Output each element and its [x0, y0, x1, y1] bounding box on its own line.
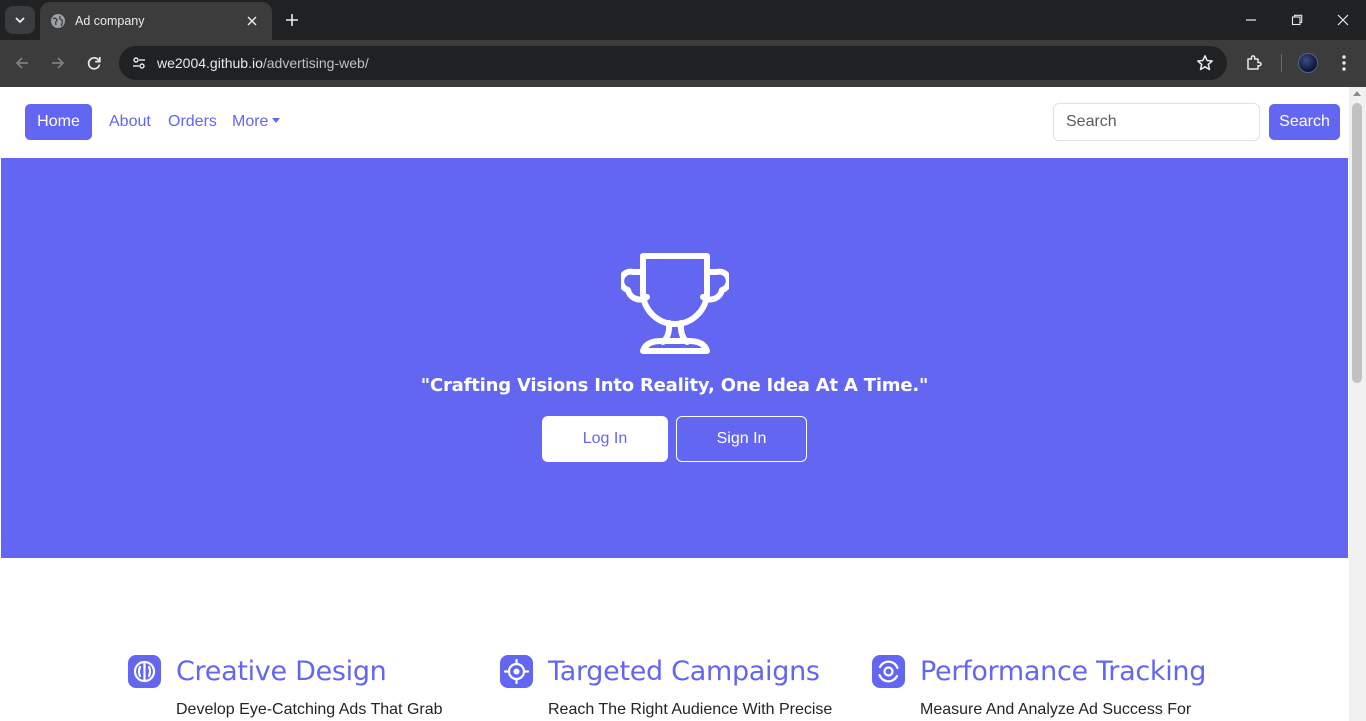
nav-more-dropdown[interactable]: More	[232, 113, 281, 131]
nav-home-button[interactable]: Home	[25, 104, 92, 140]
minimize-icon	[1246, 19, 1256, 21]
close-icon	[1337, 14, 1349, 26]
chevron-down-icon	[15, 17, 25, 24]
puzzle-icon	[1247, 55, 1262, 70]
page-scrollbar[interactable]	[1349, 87, 1366, 721]
target-icon	[500, 655, 533, 688]
site-navbar: Home About Orders More Search	[0, 87, 1349, 158]
tune-icon	[133, 57, 145, 69]
search-input[interactable]	[1053, 103, 1260, 141]
nav-about-link[interactable]: About	[109, 113, 151, 131]
url-path: /advertising-web/	[262, 55, 369, 71]
arrow-right-icon	[52, 57, 65, 69]
bookmark-button[interactable]	[1195, 53, 1215, 73]
nav-more-label: More	[232, 113, 269, 130]
reload-button[interactable]	[82, 51, 106, 75]
browser-toolbar: we2004.github.io/advertising-web/	[0, 40, 1366, 87]
restore-button[interactable]	[1274, 0, 1320, 40]
feature-description: Reach The Right Audience With Precise	[548, 701, 833, 718]
plus-icon	[286, 14, 298, 26]
scrollbar-thumb[interactable]	[1352, 103, 1362, 383]
nav-orders-link[interactable]: Orders	[168, 113, 217, 131]
feature-description: Develop Eye-Catching Ads That Grab	[176, 701, 443, 718]
page-viewport: Home About Orders More Search "Crafting …	[0, 87, 1349, 721]
caret-down-icon	[272, 118, 281, 123]
feature-description: Measure And Analyze Ad Success For	[920, 701, 1192, 718]
profile-avatar[interactable]	[1298, 53, 1318, 73]
trophy-icon	[621, 253, 729, 354]
tab-search-button[interactable]	[5, 6, 35, 34]
feature-title: Creative Design	[176, 656, 387, 687]
restore-icon	[1291, 14, 1303, 26]
url-host: we2004.github.io	[157, 55, 263, 71]
hero-section: "Crafting Visions Into Reality, One Idea…	[1, 158, 1348, 558]
feature-title: Targeted Campaigns	[548, 656, 820, 687]
reload-icon	[87, 57, 101, 70]
new-tab-button[interactable]	[280, 8, 304, 32]
tab-title: Ad company	[75, 14, 145, 28]
analytics-icon	[872, 655, 905, 688]
search-button[interactable]: Search	[1269, 104, 1340, 140]
kebab-menu-icon	[1342, 55, 1346, 71]
toolbar-divider	[1281, 54, 1282, 72]
signin-button[interactable]: Sign In	[676, 416, 807, 462]
browser-tab-strip: Ad company	[0, 0, 1366, 40]
arrow-left-icon	[15, 57, 28, 69]
address-bar[interactable]: we2004.github.io/advertising-web/	[119, 46, 1227, 80]
brain-icon	[128, 655, 161, 688]
globe-icon	[50, 13, 66, 29]
login-button[interactable]: Log In	[542, 416, 668, 462]
browser-tab-active[interactable]: Ad company	[40, 2, 272, 40]
extensions-button[interactable]	[1243, 52, 1265, 74]
site-info-button[interactable]	[127, 51, 151, 75]
feature-title: Performance Tracking	[920, 656, 1207, 687]
close-tab-icon[interactable]	[242, 11, 262, 31]
scroll-up-arrow-icon[interactable]	[1353, 91, 1361, 96]
star-icon	[1197, 55, 1213, 71]
forward-button[interactable]	[46, 51, 70, 75]
close-window-button[interactable]	[1320, 0, 1366, 40]
browser-menu-button[interactable]	[1333, 52, 1355, 74]
minimize-button[interactable]	[1228, 0, 1274, 40]
hero-tagline: "Crafting Visions Into Reality, One Idea…	[420, 375, 929, 396]
url-text: we2004.github.io/advertising-web/	[157, 55, 369, 71]
back-button[interactable]	[10, 51, 34, 75]
